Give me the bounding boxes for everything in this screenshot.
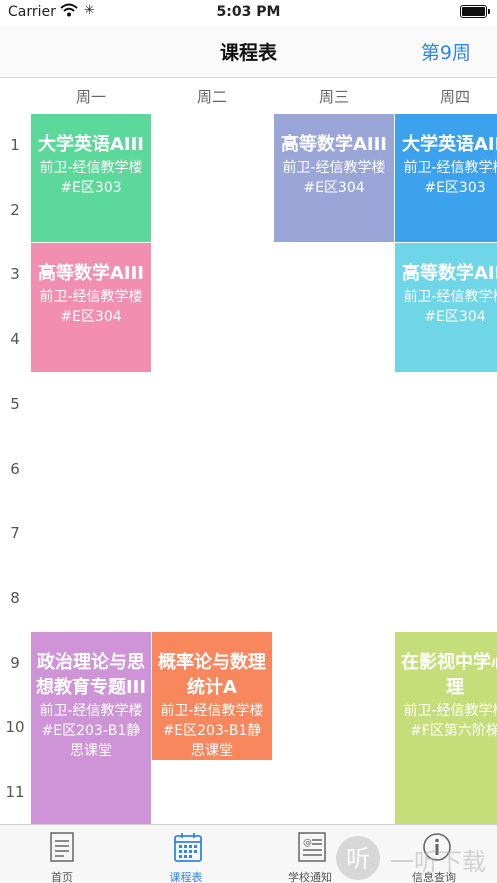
day-header: 周一: [75, 88, 106, 106]
watermark-logo: 听 一听下载: [332, 832, 497, 883]
notice-icon: @: [298, 832, 326, 862]
course-card[interactable]: 高等数学AIII 前卫-经信教学楼#E区304: [395, 243, 497, 372]
svg-text:@: @: [303, 838, 312, 848]
status-time: 5:03 PM: [216, 4, 281, 20]
watermark-icon: 听: [336, 836, 380, 880]
course-name: 政治理论与思想教育专题III: [35, 651, 147, 698]
course-card[interactable]: 政治理论与思想教育专题III 前卫-经信教学楼#E区203-B1静思课堂: [31, 631, 151, 824]
svg-text:听: 听: [346, 845, 370, 873]
day-header: 周三: [318, 88, 349, 106]
period-label: 8: [10, 588, 20, 607]
course-name: 概率论与数理统计A: [158, 651, 266, 698]
course-location: 前卫-经信教学楼#E区303: [403, 160, 497, 196]
timetable-grid: 1 2 3 4 5 6 7 8 9 10 11 大学英语AIII 前卫-经信教学楼#E区303 高等数学A…: [0, 112, 497, 824]
period-label: 7: [10, 524, 20, 543]
course-location: 前卫-经信教学楼#E区304: [39, 289, 143, 326]
course-location: 前卫-经信教学楼#E区304: [403, 289, 497, 326]
course-card[interactable]: 高等数学AIII 前卫-经信教学楼#E区304: [31, 243, 151, 372]
course-location: 前卫-经信教学楼#E区203-B1静思课堂: [160, 702, 264, 759]
course-card[interactable]: 概率论与数理统计A 前卫-经信教学楼#E区203-B1静思课堂: [152, 631, 272, 760]
period-label: 9: [10, 653, 20, 672]
document-icon: [50, 832, 74, 862]
period-label: 5: [10, 394, 20, 413]
course-location: 前卫-经信教学楼#E区303: [39, 160, 143, 196]
period-label: 10: [5, 718, 25, 737]
period-label: 1: [10, 136, 20, 154]
course-name: 高等数学AIII: [280, 134, 388, 155]
day-header: 周二: [196, 88, 227, 106]
status-bar: Carrier ✳ 5:03 PM: [0, 0, 497, 26]
course-card[interactable]: 在影视中学心理前卫-经信教学楼#F区第六阶梯: [395, 631, 497, 824]
week-header: 周一 周二 周三 周四: [0, 78, 497, 112]
period-label: 2: [10, 200, 20, 219]
tab-label: 首页: [51, 871, 73, 883]
course-name: 高等数学AIII: [401, 263, 497, 285]
week-selector-button[interactable]: 第9周: [421, 38, 471, 65]
watermark-text: 一听下载: [390, 848, 486, 876]
tab-timetable[interactable]: 课程表: [124, 825, 248, 883]
period-label: 6: [10, 459, 20, 478]
tab-label: 课程表: [169, 871, 203, 883]
course-location: 前卫-经信教学楼#E区304: [282, 160, 386, 196]
course-location: 前卫-经信教学楼#F区第六阶梯: [403, 702, 497, 739]
period-label: 11: [5, 783, 25, 801]
period-label: 3: [10, 265, 20, 284]
tab-home[interactable]: 首页: [0, 825, 124, 883]
course-card[interactable]: 大学英语AIII 前卫-经信教学楼#E区303: [31, 114, 151, 243]
calendar-icon: [174, 832, 202, 862]
course-name: 大学英语AIII: [37, 134, 145, 155]
course-location: 前卫-经信教学楼#E区203-B1静思课堂: [39, 702, 143, 759]
course-card[interactable]: 高等数学AIII 前卫-经信教学楼#E区304: [274, 114, 394, 243]
period-label: 4: [10, 330, 20, 349]
nav-bar: 课程表 第9周: [0, 26, 497, 78]
day-header: 周四: [439, 88, 470, 106]
course-card[interactable]: 大学英语AIII 前卫-经信教学楼#E区303: [395, 114, 497, 243]
course-name: 在影视中学心理: [401, 651, 497, 698]
battery-icon: [460, 5, 490, 18]
course-name: 高等数学AIII: [37, 263, 145, 285]
course-name: 大学英语AIII: [401, 134, 497, 155]
